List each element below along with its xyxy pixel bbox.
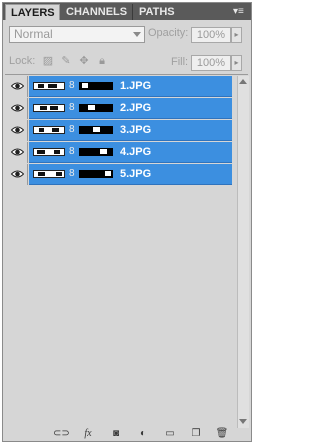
layer-thumbnail — [33, 148, 65, 156]
layer-thumbnail — [33, 82, 65, 90]
layers-panel: LAYERS CHANNELS PATHS ▾≡ Normal Opacity:… — [2, 2, 252, 442]
fx-icon[interactable]: fx — [81, 428, 95, 440]
folder-icon[interactable]: ▭ — [163, 428, 177, 440]
layer-row[interactable]: 8 1.JPG — [7, 76, 232, 97]
opacity-label: Opacity: — [148, 27, 189, 39]
layer-mask-thumbnail[interactable] — [79, 82, 113, 90]
layer-thumbnail — [33, 126, 65, 134]
adjustment-icon[interactable]: ◐ — [136, 428, 150, 440]
layer-row[interactable]: 8 5.JPG — [7, 164, 232, 185]
trash-icon[interactable]: 🗑︎ — [215, 428, 229, 440]
visibility-eye-icon[interactable] — [7, 120, 28, 141]
panel-tab-bar: LAYERS CHANNELS PATHS ▾≡ — [3, 3, 251, 20]
blend-mode-value: Normal — [14, 27, 53, 41]
blend-opacity-row: Normal Opacity: 100% ▸ — [3, 23, 251, 47]
layer-row[interactable]: 8 2.JPG — [7, 98, 232, 119]
chain-link-icon[interactable]: 8 — [69, 102, 76, 114]
lock-fill-row: Lock: ▨ ✎ ✥ 🔒︎ Fill: 100% ▸ — [3, 51, 251, 73]
tab-paths[interactable]: PATHS — [134, 4, 180, 20]
layer-body[interactable]: 8 5.JPG — [29, 164, 232, 185]
layer-mask-thumbnail[interactable] — [79, 104, 113, 112]
panel-menu-icon[interactable]: ▾≡ — [233, 6, 247, 17]
layer-name: 5.JPG — [120, 168, 152, 180]
panel-bottom-toolbar: ⊂⊃ fx ◙ ◐ ▭ ❐ 🗑︎ — [3, 427, 251, 441]
visibility-eye-icon[interactable] — [7, 98, 28, 119]
layer-name: 2.JPG — [120, 102, 152, 114]
layer-name: 3.JPG — [120, 124, 152, 136]
layer-row[interactable]: 8 3.JPG — [7, 120, 232, 141]
lock-move-icon[interactable]: ✥ — [78, 55, 90, 67]
scroll-down-icon[interactable] — [239, 419, 247, 424]
layer-name: 1.JPG — [120, 80, 152, 92]
opacity-arrow-icon[interactable]: ▸ — [231, 27, 242, 43]
tab-channels[interactable]: CHANNELS — [61, 4, 133, 20]
layer-thumbnail — [33, 104, 65, 112]
layer-mask-thumbnail[interactable] — [79, 126, 113, 134]
new-layer-icon[interactable]: ❐ — [189, 428, 203, 440]
visibility-eye-icon[interactable] — [7, 142, 28, 163]
scroll-up-icon[interactable] — [239, 79, 247, 84]
chain-link-icon[interactable]: 8 — [69, 124, 76, 136]
tab-layers[interactable]: LAYERS — [5, 4, 60, 20]
layer-body[interactable]: 8 1.JPG — [29, 76, 232, 97]
fill-field[interactable]: 100% — [191, 55, 231, 71]
layer-mask-thumbnail[interactable] — [79, 148, 113, 156]
layer-body[interactable]: 8 3.JPG — [29, 120, 232, 141]
layer-thumbnail — [33, 170, 65, 178]
layer-body[interactable]: 8 4.JPG — [29, 142, 232, 163]
layer-name: 4.JPG — [120, 146, 152, 158]
blend-mode-select[interactable]: Normal — [9, 26, 145, 43]
lock-brush-icon[interactable]: ✎ — [60, 55, 72, 67]
layer-mask-thumbnail[interactable] — [79, 170, 113, 178]
chain-link-icon[interactable]: 8 — [69, 80, 76, 92]
lock-label: Lock: — [9, 55, 36, 67]
mask-icon[interactable]: ◙ — [109, 428, 123, 440]
opacity-field[interactable]: 100% — [191, 27, 231, 43]
chain-link-icon[interactable]: 8 — [69, 168, 76, 180]
layers-scrollbar[interactable] — [237, 76, 249, 428]
chain-link-icon[interactable]: 8 — [69, 146, 76, 158]
chevron-down-icon — [133, 32, 141, 37]
fill-label: Fill: — [171, 56, 189, 68]
layer-body[interactable]: 8 2.JPG — [29, 98, 232, 119]
visibility-eye-icon[interactable] — [7, 164, 28, 185]
fill-arrow-icon[interactable]: ▸ — [231, 55, 242, 71]
link-icon[interactable]: ⊂⊃ — [53, 428, 70, 440]
layer-row[interactable]: 8 4.JPG — [7, 142, 232, 163]
lock-transparent-icon[interactable]: ▨ — [42, 55, 54, 67]
visibility-eye-icon[interactable] — [7, 76, 28, 97]
lock-all-icon[interactable]: 🔒︎ — [96, 55, 108, 67]
